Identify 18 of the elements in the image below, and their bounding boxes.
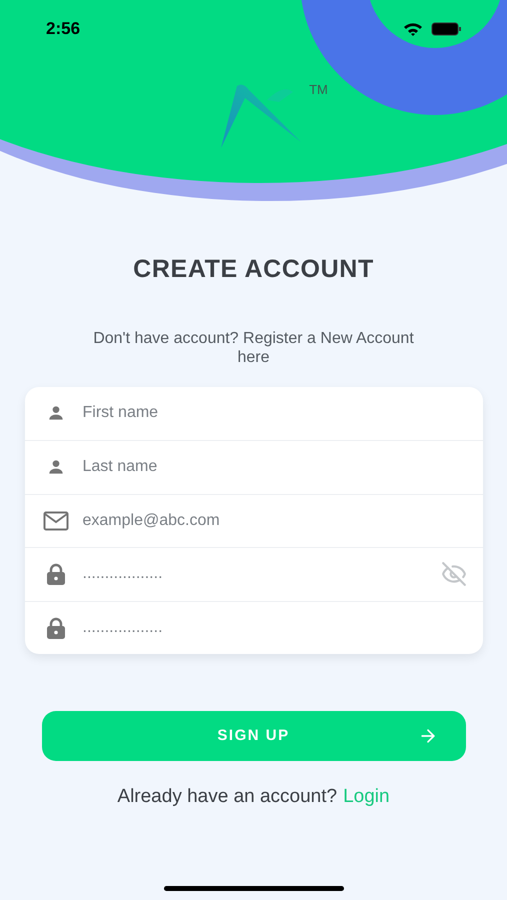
input-field[interactable]: First name — [82, 401, 466, 426]
status-time: 2:56 — [46, 18, 80, 40]
input-field[interactable]: example@abc.com — [82, 508, 466, 533]
hide-password-icon[interactable] — [440, 561, 466, 588]
input-field[interactable]: .................. — [82, 562, 426, 586]
login-prompt: Already have an account? — [117, 785, 338, 809]
sign-up-button[interactable]: SIGN UP — [42, 711, 466, 761]
subtitle: Don't have account? Register a New Account here — [92, 328, 415, 366]
input-field[interactable]: .................. — [82, 616, 466, 640]
input-field[interactable]: Last name — [82, 455, 466, 480]
wifi-icon — [403, 22, 423, 36]
battery-icon — [431, 22, 461, 36]
lock-icon — [46, 616, 66, 639]
lock-icon — [46, 563, 66, 586]
page-title: CREATE ACCOUNT — [133, 254, 374, 285]
login-link[interactable]: Login — [343, 783, 390, 812]
mail-icon — [42, 510, 68, 531]
trademark: TM — [309, 80, 328, 98]
